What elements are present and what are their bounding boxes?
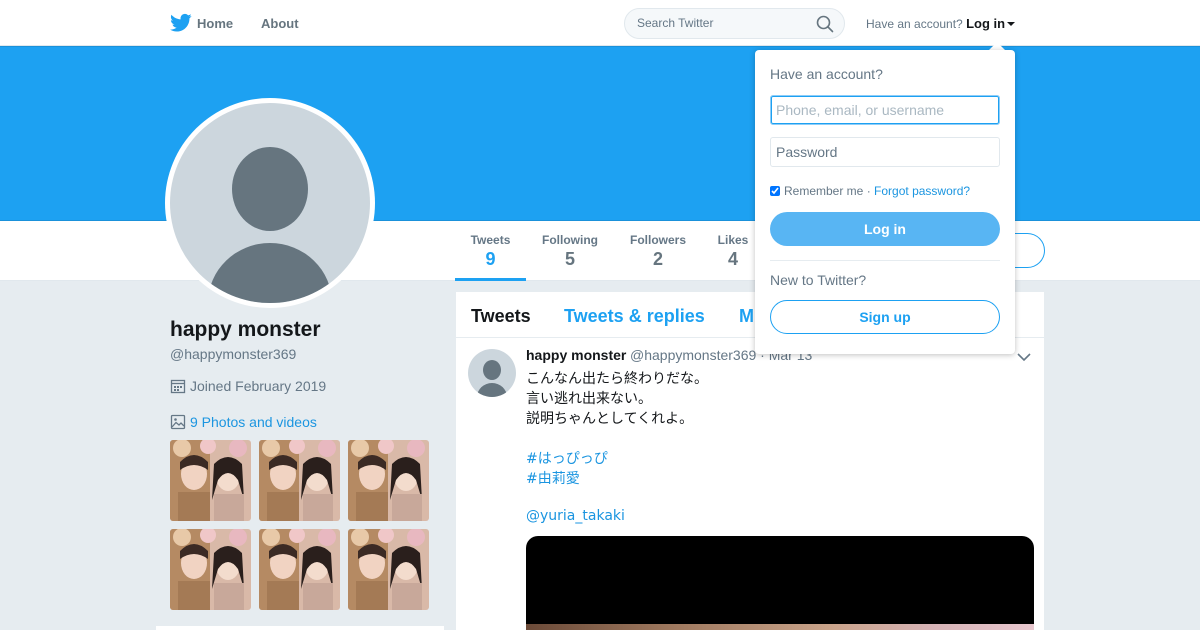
- stat-followers[interactable]: Followers 2: [626, 233, 690, 270]
- tweet-text-line: こんなん出たら終わりだな。: [526, 371, 708, 387]
- caret-down-icon: [1007, 22, 1016, 26]
- photo-icon: [170, 414, 186, 430]
- profile-avatar[interactable]: [165, 98, 375, 308]
- search-input[interactable]: [637, 16, 812, 30]
- tab-tweets[interactable]: Tweets: [471, 306, 531, 327]
- search-icon[interactable]: [816, 15, 834, 33]
- login-button[interactable]: Log in: [770, 212, 1000, 246]
- dropdown-title: Have an account?: [770, 66, 883, 82]
- top-nav: Home About Have an account? Log in: [0, 0, 1200, 46]
- have-account-text: Have an account?: [866, 17, 963, 31]
- photo-thumbnail[interactable]: [259, 440, 340, 521]
- stat-value: 4: [727, 249, 738, 269]
- joined-date: Joined February 2019: [170, 378, 326, 394]
- tweet-text-line: 言い逃れ出来ない。: [526, 391, 652, 407]
- stat-label: Following: [542, 233, 598, 247]
- stat-label: Followers: [629, 233, 686, 247]
- tab-media[interactable]: M: [739, 306, 754, 327]
- photos-videos-link[interactable]: 9 Photos and videos: [170, 414, 317, 430]
- divider: [770, 260, 1000, 261]
- forgot-password-link[interactable]: Forgot password?: [874, 184, 970, 198]
- login-link[interactable]: Log in: [966, 16, 1005, 31]
- remember-checkbox[interactable]: [770, 186, 780, 196]
- photo-thumbnail[interactable]: [170, 529, 251, 610]
- tweet-media[interactable]: [526, 536, 1034, 630]
- calendar-icon: [170, 379, 186, 394]
- hashtag-link[interactable]: #はっぴっぴ: [526, 448, 608, 468]
- remember-label: Remember me: [784, 184, 864, 198]
- media-image: [526, 624, 1034, 630]
- tweet-author-name[interactable]: happy monster: [526, 347, 626, 363]
- tweet-text-line: 説明ちゃんとしてくれよ。: [526, 411, 694, 427]
- search-box[interactable]: [624, 8, 845, 39]
- joined-text: Joined February 2019: [190, 378, 327, 394]
- stat-tweets[interactable]: Tweets 9: [455, 233, 526, 270]
- active-tab-indicator: [455, 278, 526, 281]
- nav-home-link[interactable]: Home: [197, 16, 233, 31]
- signup-button[interactable]: Sign up: [770, 300, 1000, 334]
- username-field[interactable]: [770, 95, 1000, 125]
- remember-row: Remember me · Forgot password?: [770, 184, 970, 198]
- login-dropdown: Have an account? Remember me · Forgot pa…: [755, 50, 1015, 354]
- password-field[interactable]: [770, 137, 1000, 167]
- profile-name: happy monster: [170, 318, 321, 341]
- new-to-twitter-text: New to Twitter?: [770, 272, 867, 288]
- twitter-bird-icon[interactable]: [170, 13, 192, 33]
- stat-likes[interactable]: Likes 4: [712, 233, 754, 270]
- tab-tweets-replies[interactable]: Tweets & replies: [564, 306, 705, 327]
- default-avatar-icon: [170, 103, 370, 303]
- login-toggle[interactable]: Have an account? Log in: [866, 16, 1016, 31]
- photo-thumbnail[interactable]: [170, 440, 251, 521]
- photos-link-text[interactable]: 9 Photos and videos: [190, 414, 317, 430]
- photo-thumbnail[interactable]: [348, 440, 429, 521]
- separator: ·: [866, 184, 871, 198]
- stat-value: 2: [652, 249, 663, 269]
- stat-label: Tweets: [470, 233, 511, 247]
- nav-about-link[interactable]: About: [261, 16, 299, 31]
- photo-thumbnail[interactable]: [348, 529, 429, 610]
- photo-thumbnail[interactable]: [259, 529, 340, 610]
- tweet-avatar[interactable]: [468, 349, 516, 397]
- hashtag-link[interactable]: #由莉愛: [526, 468, 580, 488]
- profile-handle[interactable]: @happymonster369: [170, 346, 296, 362]
- chevron-down-icon[interactable]: [1017, 352, 1031, 362]
- mention-link[interactable]: @yuria_takaki: [526, 508, 625, 524]
- stat-value: 5: [564, 249, 575, 269]
- stat-label: Likes: [717, 233, 749, 247]
- stat-value: 9: [485, 249, 496, 269]
- left-card: [156, 626, 444, 630]
- stat-following[interactable]: Following 5: [538, 233, 602, 270]
